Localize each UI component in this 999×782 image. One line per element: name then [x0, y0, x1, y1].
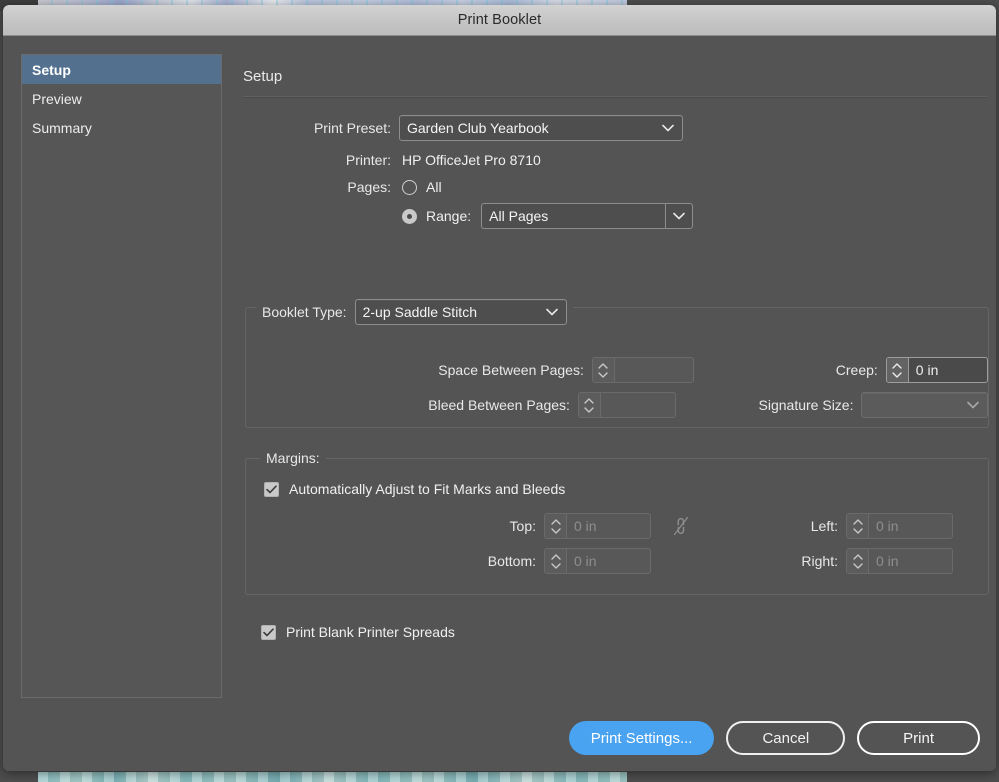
chevron-down-icon [662, 124, 674, 132]
background-document-bottom-strip [38, 772, 627, 782]
margins-fieldset: Margins: Automatically Adjust to Fit Mar… [245, 450, 989, 595]
booklet-type-select[interactable]: 2-up Saddle Stitch [354, 299, 567, 325]
booklet-type-label: Booklet Type: [262, 304, 347, 320]
radio-all[interactable] [402, 179, 417, 195]
creep-stepper[interactable] [886, 358, 909, 382]
creep-label: Creep: [835, 362, 878, 378]
margin-bottom-value: 0 in [574, 553, 597, 569]
dialog-footer: Print Settings... Cancel Print [568, 721, 980, 755]
sidebar-item-summary[interactable]: Summary [22, 113, 221, 142]
panel-title-divider [243, 96, 987, 98]
sidebar-item-label: Preview [32, 90, 82, 107]
dialog-title: Print Booklet [457, 12, 542, 28]
creep-value[interactable]: 0 in [909, 358, 987, 382]
page-range-combobox[interactable]: All Pages [481, 203, 694, 229]
print-preset-value: Garden Club Yearbook [407, 120, 549, 136]
margin-left-stepper [847, 514, 869, 538]
sidebar-item-preview[interactable]: Preview [22, 84, 221, 113]
margin-top-field: 0 in [544, 513, 651, 539]
margin-right-stepper [847, 549, 869, 573]
pages-range-option[interactable]: Range: [402, 208, 471, 224]
space-between-pages-stepper [592, 358, 615, 382]
margin-right-label: Right: [801, 553, 838, 569]
print-blank-spreads-row[interactable]: Print Blank Printer Spreads [261, 624, 455, 640]
chevron-down-icon [967, 401, 979, 409]
pages-all-row: Pages: All [243, 179, 982, 195]
margin-left-field: 0 in [846, 513, 953, 539]
signature-size-label: Signature Size: [758, 397, 854, 413]
print-preset-label: Print Preset: [313, 120, 391, 136]
sidebar-item-label: Summary [32, 119, 92, 136]
pages-range-row: Range: All Pages [243, 203, 982, 229]
cancel-button[interactable]: Cancel [726, 721, 846, 755]
margin-top-stepper [545, 514, 567, 538]
bleed-between-pages-stepper [578, 393, 601, 417]
bleed-signature-row: Bleed Between Pages: Signature Size: [246, 392, 988, 418]
booklet-type-value: 2-up Saddle Stitch [362, 304, 477, 320]
printer-value: HP OfficeJet Pro 8710 [402, 152, 541, 168]
space-creep-row: Space Between Pages: Creep: 0 in [246, 357, 988, 383]
background-edge-bottom-right [627, 772, 999, 782]
print-preset-row: Print Preset: Garden Club Yearbook [243, 115, 982, 141]
margin-top-value: 0 in [574, 518, 597, 534]
dialog-body: Setup Preview Summary Setup Print Preset… [3, 36, 996, 771]
print-blank-spreads-label: Print Blank Printer Spreads [286, 624, 455, 640]
setup-panel: Setup Print Preset: Garden Club Yearbook… [243, 54, 989, 771]
margin-bottom-field: 0 in [544, 548, 651, 574]
margin-bottom-stepper [545, 549, 567, 573]
print-button[interactable]: Print [857, 721, 980, 755]
navigation-sidebar: Setup Preview Summary [21, 54, 222, 698]
print-booklet-dialog: Print Booklet Setup Preview Summary Setu… [3, 5, 996, 771]
auto-adjust-checkbox-row[interactable]: Automatically Adjust to Fit Marks and Bl… [264, 481, 565, 497]
margin-left-value: 0 in [876, 518, 899, 534]
bleed-between-pages-label: Bleed Between Pages: [428, 397, 570, 413]
booklet-type-fieldset: Booklet Type: 2-up Saddle Stitch Space B… [245, 299, 989, 428]
pages-label: Pages: [347, 179, 391, 195]
page-range-dropdown-button[interactable] [665, 203, 694, 229]
margins-label: Margins: [266, 450, 320, 466]
signature-size-select [861, 392, 988, 418]
booklet-type-legend-group: Booklet Type: 2-up Saddle Stitch [256, 299, 573, 325]
margin-right-value: 0 in [876, 553, 899, 569]
margin-left-label: Left: [810, 518, 838, 534]
chevron-down-icon [545, 308, 558, 316]
pages-range-label: Range: [426, 208, 472, 224]
margin-top-label: Top: [509, 518, 536, 534]
background-edge-bottom-left [0, 772, 38, 782]
broken-chain-link-icon[interactable] [671, 513, 691, 539]
margin-right-field: 0 in [846, 548, 953, 574]
panel-title: Setup [243, 68, 283, 85]
printer-label: Printer: [345, 152, 391, 168]
page-range-value[interactable]: All Pages [481, 203, 666, 229]
bleed-between-pages-value [601, 393, 675, 417]
checkbox-auto-adjust[interactable] [264, 481, 279, 497]
bleed-between-pages-field [577, 392, 676, 418]
space-between-pages-value [615, 358, 693, 382]
margin-top-left-row: Top: 0 in Left: 0 in [246, 513, 988, 539]
printer-row: Printer: HP OfficeJet Pro 8710 [243, 152, 982, 168]
auto-adjust-label: Automatically Adjust to Fit Marks and Bl… [289, 481, 566, 497]
pages-all-label: All [426, 179, 442, 195]
sidebar-item-label: Setup [32, 61, 71, 78]
margin-bottom-label: Bottom: [487, 553, 536, 569]
checkbox-print-blank-spreads[interactable] [261, 624, 276, 640]
radio-range[interactable] [402, 208, 417, 224]
sidebar-item-setup[interactable]: Setup [22, 55, 221, 84]
print-settings-button[interactable]: Print Settings... [568, 721, 715, 755]
margins-legend: Margins: [260, 450, 326, 466]
pages-all-option[interactable]: All [402, 179, 442, 195]
space-between-pages-field [591, 357, 695, 383]
margin-bottom-right-row: Bottom: 0 in Right: 0 in [246, 548, 988, 574]
creep-field[interactable]: 0 in [885, 357, 988, 383]
dialog-titlebar[interactable]: Print Booklet [3, 5, 996, 36]
print-preset-select[interactable]: Garden Club Yearbook [399, 115, 683, 141]
chevron-down-icon [673, 212, 685, 220]
space-between-pages-label: Space Between Pages: [438, 362, 584, 378]
